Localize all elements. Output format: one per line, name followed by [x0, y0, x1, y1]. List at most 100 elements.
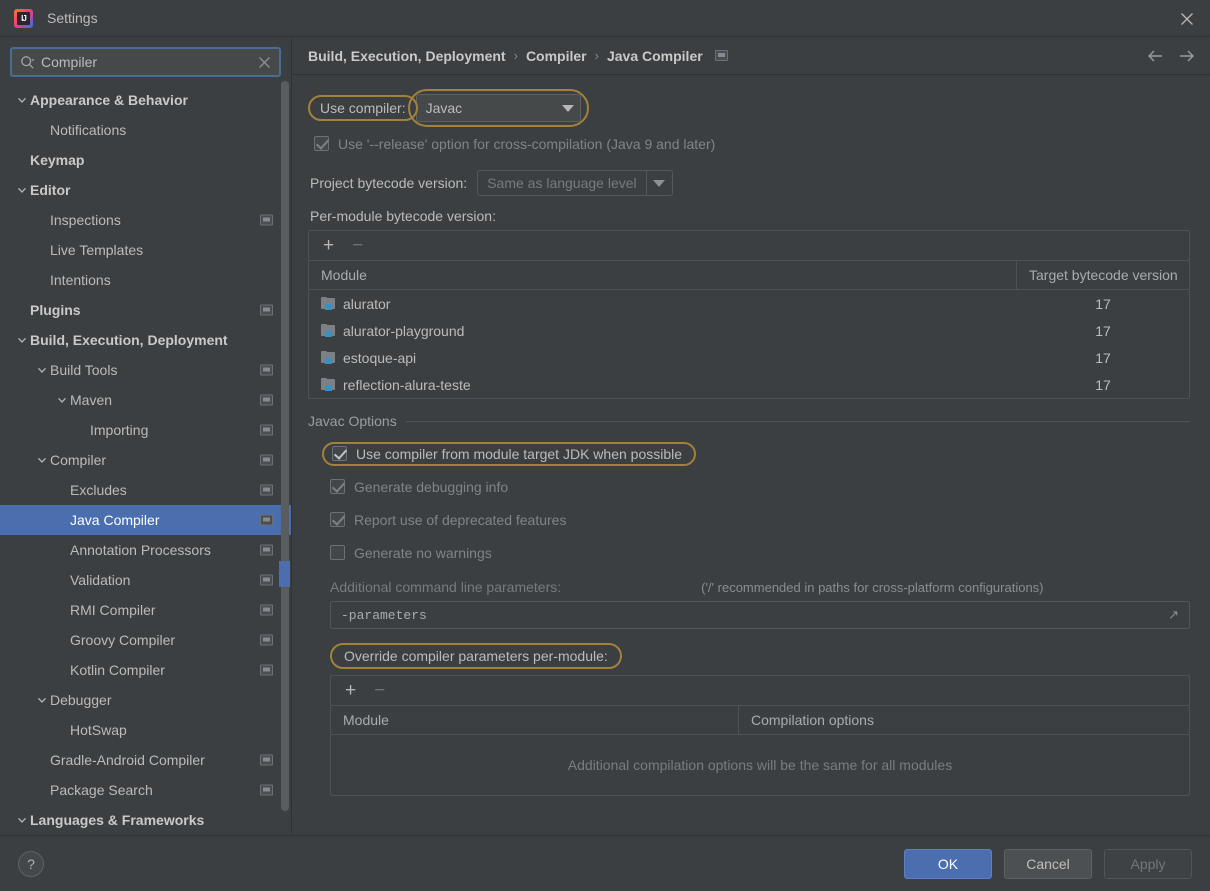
sidebar-item-package-search[interactable]: Package Search — [0, 775, 291, 805]
group-divider — [405, 420, 1190, 422]
sidebar-scrollbar[interactable] — [279, 81, 290, 831]
sidebar-item-notifications[interactable]: Notifications — [0, 115, 291, 145]
additional-params-input[interactable]: -parameters ↗ — [330, 601, 1190, 629]
per-module-table-toolbar: + − — [309, 231, 1189, 261]
expand-icon[interactable]: ↗ — [1168, 607, 1179, 623]
sidebar-item-keymap[interactable]: Keymap — [0, 145, 291, 175]
add-override-button[interactable]: + — [345, 681, 356, 700]
generate-no-warnings-checkbox[interactable] — [330, 545, 345, 560]
use-compiler-dropdown-annotation: Javac — [407, 89, 589, 127]
sidebar-item-groovy-compiler[interactable]: Groovy Compiler — [0, 625, 291, 655]
column-header-target-bytecode: Target bytecode version — [1029, 267, 1178, 283]
use-compiler-dropdown[interactable]: Javac — [415, 94, 581, 122]
additional-params-value[interactable]: -parameters — [341, 608, 1168, 623]
sidebar-item-label: Intentions — [50, 272, 111, 288]
sidebar-item-intentions[interactable]: Intentions — [0, 265, 291, 295]
navigation-arrows — [1146, 49, 1196, 63]
module-icon — [321, 351, 335, 364]
sidebar-item-label: Plugins — [30, 302, 81, 318]
sidebar-item-compiler[interactable]: Compiler — [0, 445, 291, 475]
module-name: alurator-playground — [343, 322, 465, 339]
table-row[interactable]: alurator 17 — [309, 290, 1189, 317]
cancel-button[interactable]: Cancel — [1004, 848, 1092, 879]
window-title: Settings — [47, 10, 98, 26]
report-deprecated-checkbox[interactable] — [330, 512, 345, 527]
chevron-down-icon[interactable] — [34, 695, 50, 705]
clear-search-icon[interactable] — [258, 56, 271, 69]
table-row[interactable]: estoque-api 17 — [309, 344, 1189, 371]
sidebar-item-inspections[interactable]: Inspections — [0, 205, 291, 235]
sidebar-item-hotswap[interactable]: HotSwap — [0, 715, 291, 745]
chevron-down-icon[interactable] — [14, 335, 30, 345]
sidebar-item-plugins[interactable]: Plugins — [0, 295, 291, 325]
sidebar-item-label: Kotlin Compiler — [70, 662, 165, 678]
settings-tree[interactable]: Appearance & Behavior Notifications Keymap… — [0, 83, 291, 835]
sidebar-item-editor[interactable]: Editor — [0, 175, 291, 205]
report-deprecated-checkbox-row[interactable]: Report use of deprecated features — [330, 503, 1190, 536]
breadcrumb-separator: › — [594, 48, 599, 63]
ok-button[interactable]: OK — [904, 848, 992, 879]
search-field[interactable]: Compiler — [10, 47, 281, 77]
search-icon — [20, 55, 35, 70]
table-row[interactable]: alurator-playground 17 — [309, 317, 1189, 344]
sidebar-item-live-templates[interactable]: Live Templates — [0, 235, 291, 265]
close-window-button[interactable] — [1164, 0, 1210, 37]
help-button[interactable]: ? — [18, 850, 44, 877]
scrollbar-thumb[interactable] — [281, 81, 289, 811]
use-release-option-checkbox-row[interactable]: Use '--release' option for cross-compila… — [314, 127, 1190, 160]
sidebar-item-kotlin-compiler[interactable]: Kotlin Compiler — [0, 655, 291, 685]
screen-icon — [260, 784, 273, 796]
screen-icon — [260, 604, 273, 616]
column-header-compilation-options: Compilation options — [751, 712, 874, 728]
search-input[interactable]: Compiler — [41, 54, 252, 70]
sidebar-item-maven[interactable]: Maven — [0, 385, 291, 415]
table-row[interactable]: reflection-alura-teste 17 — [309, 371, 1189, 398]
chevron-down-icon[interactable] — [54, 395, 70, 405]
generate-debugging-info-checkbox-row[interactable]: Generate debugging info — [330, 470, 1190, 503]
sidebar-item-rmi-compiler[interactable]: RMI Compiler — [0, 595, 291, 625]
screen-icon — [260, 484, 273, 496]
report-deprecated-label: Report use of deprecated features — [354, 511, 567, 528]
generate-debugging-info-checkbox[interactable] — [330, 479, 345, 494]
sidebar-item-languages-frameworks[interactable]: Languages & Frameworks — [0, 805, 291, 835]
chevron-down-icon[interactable] — [14, 185, 30, 195]
sidebar-item-annotation-processors[interactable]: Annotation Processors — [0, 535, 291, 565]
use-module-jdk-checkbox[interactable] — [332, 446, 347, 461]
sidebar-item-build-tools[interactable]: Build Tools — [0, 355, 291, 385]
chevron-down-icon[interactable] — [14, 95, 30, 105]
screen-icon — [260, 544, 273, 556]
additional-params-label: Additional command line parameters: — [330, 579, 562, 595]
sidebar-item-debugger[interactable]: Debugger — [0, 685, 291, 715]
sidebar-item-importing[interactable]: Importing — [0, 415, 291, 445]
sidebar-item-java-compiler[interactable]: Java Compiler — [0, 505, 291, 535]
use-release-option-checkbox[interactable] — [314, 136, 329, 151]
sidebar-item-gradle-android-compiler[interactable]: Gradle-Android Compiler — [0, 745, 291, 775]
sidebar-item-label: Build, Execution, Deployment — [30, 332, 228, 348]
breadcrumb-item-0[interactable]: Build, Execution, Deployment — [308, 48, 506, 64]
project-bytecode-dropdown[interactable]: Same as language level — [477, 170, 673, 196]
sidebar-item-label: Notifications — [50, 122, 127, 138]
sidebar-item-validation[interactable]: Validation — [0, 565, 291, 595]
breadcrumb-item-1[interactable]: Compiler — [526, 48, 587, 64]
chevron-down-icon[interactable] — [14, 815, 30, 825]
screen-icon — [260, 754, 273, 766]
sidebar-item-appearance-behavior[interactable]: Appearance & Behavior — [0, 85, 291, 115]
sidebar-item-label: Compiler — [50, 452, 107, 468]
module-name: estoque-api — [343, 349, 417, 366]
sidebar-item-build-execution-deployment[interactable]: Build, Execution, Deployment — [0, 325, 291, 355]
forward-button[interactable] — [1178, 49, 1196, 63]
back-button[interactable] — [1146, 49, 1164, 63]
close-icon — [1181, 12, 1193, 25]
chevron-down-icon[interactable] — [34, 455, 50, 465]
chevron-down-icon[interactable] — [34, 365, 50, 375]
dialog-footer: ? OK Cancel Apply — [0, 835, 1210, 891]
module-icon — [321, 378, 335, 391]
sidebar-item-label: Annotation Processors — [70, 542, 211, 558]
generate-no-warnings-checkbox-row[interactable]: Generate no warnings — [330, 536, 1190, 569]
use-compiler-row: Use compiler: Javac — [308, 89, 1190, 127]
use-module-jdk-checkbox-row[interactable]: Use compiler from module target JDK when… — [322, 437, 1190, 470]
sidebar-item-label: Inspections — [50, 212, 121, 228]
screen-icon — [714, 50, 728, 61]
add-module-button[interactable]: + — [323, 236, 334, 255]
sidebar-item-excludes[interactable]: Excludes — [0, 475, 291, 505]
